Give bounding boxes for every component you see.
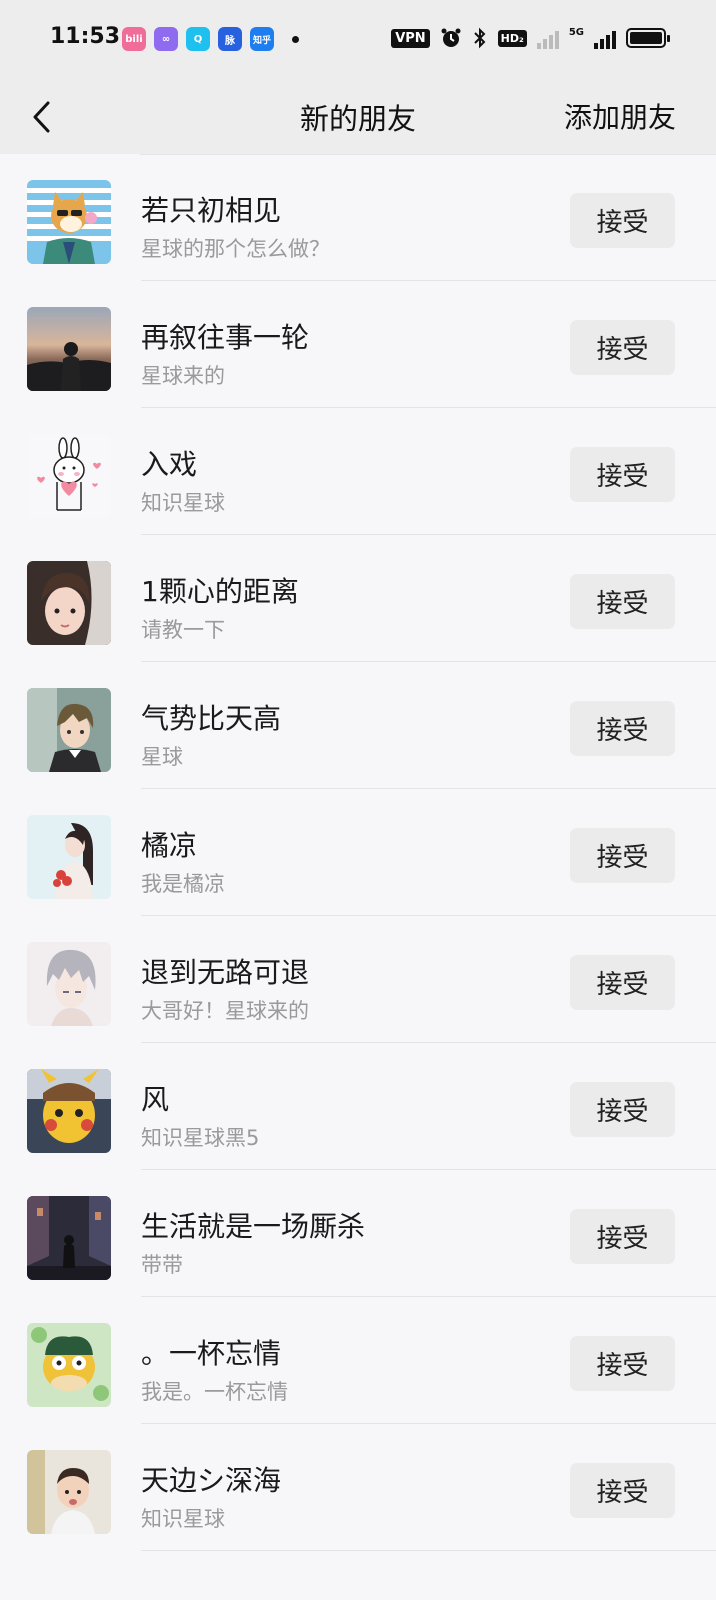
request-message: 星球: [141, 745, 183, 769]
friend-request-item[interactable]: 入戏 知识星球 接受: [0, 408, 716, 535]
more-notifications-dot: [292, 35, 299, 43]
signal-sim2-icon: [594, 27, 616, 49]
friend-request-item[interactable]: 再叙往事一轮 星球来的 接受: [0, 281, 716, 408]
avatar[interactable]: [27, 307, 111, 391]
vpn-badge: VPN: [391, 28, 430, 48]
request-name: 退到无路可退: [141, 956, 310, 989]
back-button[interactable]: [22, 92, 62, 142]
accept-button[interactable]: 接受: [570, 828, 675, 883]
battery-icon: [626, 28, 670, 48]
signal-sim1-icon: [536, 27, 559, 49]
request-message: 请教一下: [141, 618, 225, 642]
add-friend-button[interactable]: 添加朋友: [564, 96, 676, 136]
status-bar: 11:53 bili ∞ Q 脉 知乎 VPN HD₂ 5G: [0, 0, 716, 82]
request-name: 气势比天高: [141, 702, 282, 735]
avatar[interactable]: [27, 688, 111, 772]
request-message: 星球来的: [141, 364, 225, 388]
request-message: 知识星球: [141, 491, 225, 515]
divider: [141, 1550, 716, 1551]
zhihu-app-icon: 知乎: [250, 27, 274, 51]
request-message: 星球的那个怎么做？: [141, 237, 330, 261]
request-name: 风: [141, 1083, 170, 1116]
accept-button[interactable]: 接受: [570, 447, 675, 502]
request-name: 天边シ深海: [141, 1464, 282, 1497]
request-message: 知识星球: [141, 1507, 225, 1531]
request-name: 1颗心的距离: [141, 575, 299, 608]
bluetooth-icon: [473, 27, 486, 49]
avatar[interactable]: [27, 180, 111, 264]
accept-button[interactable]: 接受: [570, 1463, 675, 1518]
status-indicators: VPN HD₂ 5G: [391, 27, 670, 49]
notification-app-icons: bili ∞ Q 脉 知乎: [122, 27, 299, 51]
avatar[interactable]: [27, 1196, 111, 1280]
friend-request-item[interactable]: 风 知识星球黑5 接受: [0, 1043, 716, 1170]
request-name: 橘凉: [141, 829, 198, 862]
soul-app-icon: ∞: [154, 27, 178, 51]
bilibili-app-icon: bili: [122, 27, 146, 51]
hd-voice-badge: HD₂: [497, 29, 527, 47]
friend-request-item[interactable]: 退到无路可退 大哥好！星球来的 接受: [0, 916, 716, 1043]
alarm-icon: [441, 28, 461, 47]
avatar[interactable]: [27, 1323, 111, 1407]
request-name: 生活就是一场厮杀: [141, 1210, 366, 1243]
request-message: 带带: [141, 1253, 183, 1277]
avatar[interactable]: [27, 1069, 111, 1153]
accept-button[interactable]: 接受: [570, 193, 675, 248]
accept-button[interactable]: 接受: [570, 574, 675, 629]
network-type: 5G: [568, 27, 584, 38]
friend-request-item[interactable]: 天边シ深海 知识星球 接受: [0, 1424, 716, 1551]
request-name: 若只初相见: [141, 194, 282, 227]
status-time: 11:53: [50, 24, 121, 49]
friend-request-item[interactable]: 生活就是一场厮杀 带带 接受: [0, 1170, 716, 1297]
request-name: 再叙往事一轮: [141, 321, 310, 354]
request-name: 。一杯忘情: [141, 1337, 282, 1370]
friend-request-item[interactable]: 。一杯忘情 我是。一杯忘情 接受: [0, 1297, 716, 1424]
friend-request-item[interactable]: 气势比天高 星球 接受: [0, 662, 716, 789]
nav-bar: 新的朋友 添加朋友: [0, 82, 716, 154]
accept-button[interactable]: 接受: [570, 320, 675, 375]
request-message: 大哥好！星球来的: [141, 999, 309, 1023]
accept-button[interactable]: 接受: [570, 955, 675, 1010]
accept-button[interactable]: 接受: [570, 1336, 675, 1391]
avatar[interactable]: [27, 434, 111, 518]
request-message: 我是橘凉: [141, 872, 225, 896]
accept-button[interactable]: 接受: [570, 1209, 675, 1264]
request-message: 知识星球黑5: [141, 1126, 260, 1150]
avatar[interactable]: [27, 942, 111, 1026]
avatar[interactable]: [27, 561, 111, 645]
avatar[interactable]: [27, 1450, 111, 1534]
friend-request-item[interactable]: 1颗心的距离 请教一下 接受: [0, 535, 716, 662]
friend-request-item[interactable]: 若只初相见 星球的那个怎么做？ 接受: [0, 154, 716, 281]
friend-request-item[interactable]: 橘凉 我是橘凉 接受: [0, 789, 716, 916]
accept-button[interactable]: 接受: [570, 1082, 675, 1137]
maimai-app-icon: 脉: [218, 27, 242, 51]
request-name: 入戏: [141, 448, 198, 481]
qq-app-icon: Q: [186, 27, 210, 51]
request-message: 我是。一杯忘情: [141, 1380, 288, 1404]
avatar[interactable]: [27, 815, 111, 899]
accept-button[interactable]: 接受: [570, 701, 675, 756]
back-arrow-icon: [33, 101, 50, 133]
